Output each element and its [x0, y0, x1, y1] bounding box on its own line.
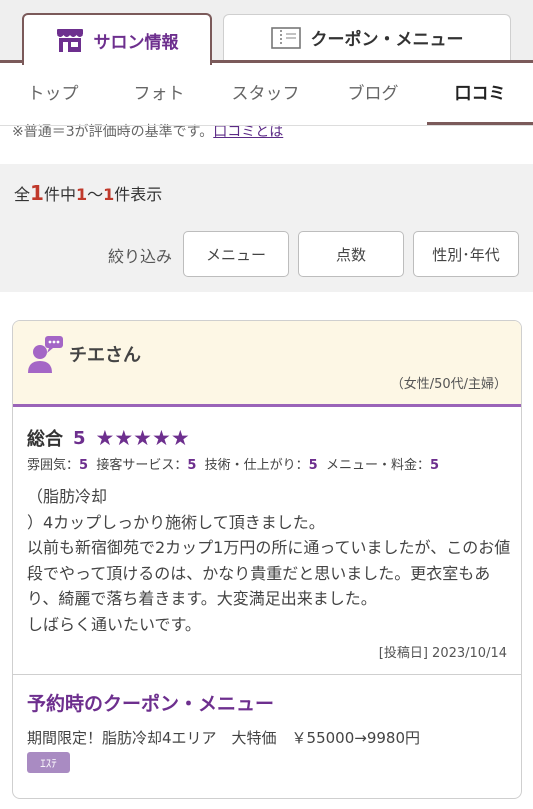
result-count: 全1件中1〜1件表示	[14, 181, 162, 205]
subscore-value: 5	[79, 458, 89, 473]
result-from: 1	[75, 185, 88, 204]
top-tab-bar: サロン情報 クーポン・メニュー	[0, 0, 533, 65]
result-suffix: 件表示	[114, 185, 163, 204]
reviewer-name: チエさん	[69, 345, 141, 366]
result-tilde: 〜	[87, 185, 104, 204]
subscore-value: 5	[308, 458, 318, 473]
tab-salon-info-label: サロン情報	[93, 32, 179, 53]
category-tag: ｴｽﾃ	[27, 752, 70, 773]
star-rating-icon: ★★★★★	[95, 426, 190, 450]
rating-note-text: ※普通＝3が評価時の基準です。	[12, 124, 214, 140]
total-score: 5	[73, 427, 86, 449]
filter-score-button[interactable]: 点数	[298, 231, 404, 277]
card-divider	[13, 674, 521, 675]
filter-menu-button[interactable]: メニュー	[183, 231, 289, 277]
total-label: 総合	[27, 429, 63, 450]
coupon-description[interactable]: 期間限定！脂肪冷却4エリア 大特価 ￥55000→9980円	[27, 727, 420, 748]
sub-navigation: トップ フォト スタッフ ブログ 口コミ	[0, 63, 533, 126]
reviewer-demographic: （女性/50代/主婦）	[390, 377, 507, 392]
subscore-value: 5	[430, 458, 440, 473]
filter-gender-age-button[interactable]: 性別･年代	[413, 231, 519, 277]
review-card: チエさん （女性/50代/主婦） 総合 5 ★★★★★ 雰囲気：5 接客サービス…	[12, 320, 522, 799]
subnav-reviews[interactable]: 口コミ	[427, 63, 533, 125]
filter-label: 絞り込み	[108, 247, 173, 266]
subscore-label: 雰囲気：	[27, 458, 80, 473]
coupon-section-title: 予約時のクーポン・メニュー	[27, 693, 275, 715]
result-to: 1	[103, 185, 115, 204]
coupon-icon	[270, 26, 301, 49]
subscore-label: メニュー・料金：	[325, 458, 430, 473]
subnav-staff[interactable]: スタッフ	[212, 63, 319, 125]
subscore-label: 接客サービス：	[96, 458, 188, 473]
about-reviews-link[interactable]: 口コミとは	[213, 124, 283, 140]
result-total: 1	[30, 181, 44, 205]
result-mid: 件中	[43, 185, 76, 204]
subscores: 雰囲気：5 接客サービス：5 技術・仕上がり：5 メニュー・料金：5	[27, 454, 439, 473]
total-rating: 総合 5 ★★★★★	[27, 425, 190, 451]
posted-date: [投稿日] 2023/10/14	[378, 646, 507, 661]
subnav-top[interactable]: トップ	[0, 63, 106, 125]
rating-note: ※普通＝3が評価時の基準です。口コミとは	[12, 121, 283, 141]
subnav-blog[interactable]: ブログ	[319, 63, 427, 125]
reviewer-avatar-icon	[27, 335, 65, 379]
review-body: （脂肪冷却 ）4カップしっかり施術して頂きました。 以前も新宿御苑で2カップ1万…	[27, 487, 511, 634]
subscore-value: 5	[187, 458, 197, 473]
tab-salon-info[interactable]: サロン情報	[22, 13, 212, 65]
subnav-divider	[0, 125, 533, 126]
result-prefix: 全	[14, 185, 31, 204]
review-card-header: チエさん （女性/50代/主婦）	[13, 321, 521, 407]
tab-coupon-menu-label: クーポン・メニュー	[310, 30, 464, 50]
tab-coupon-menu[interactable]: クーポン・メニュー	[223, 14, 511, 60]
shop-icon	[56, 27, 84, 53]
subnav-photo[interactable]: フォト	[106, 63, 212, 125]
subscore-label: 技術・仕上がり：	[204, 458, 309, 473]
